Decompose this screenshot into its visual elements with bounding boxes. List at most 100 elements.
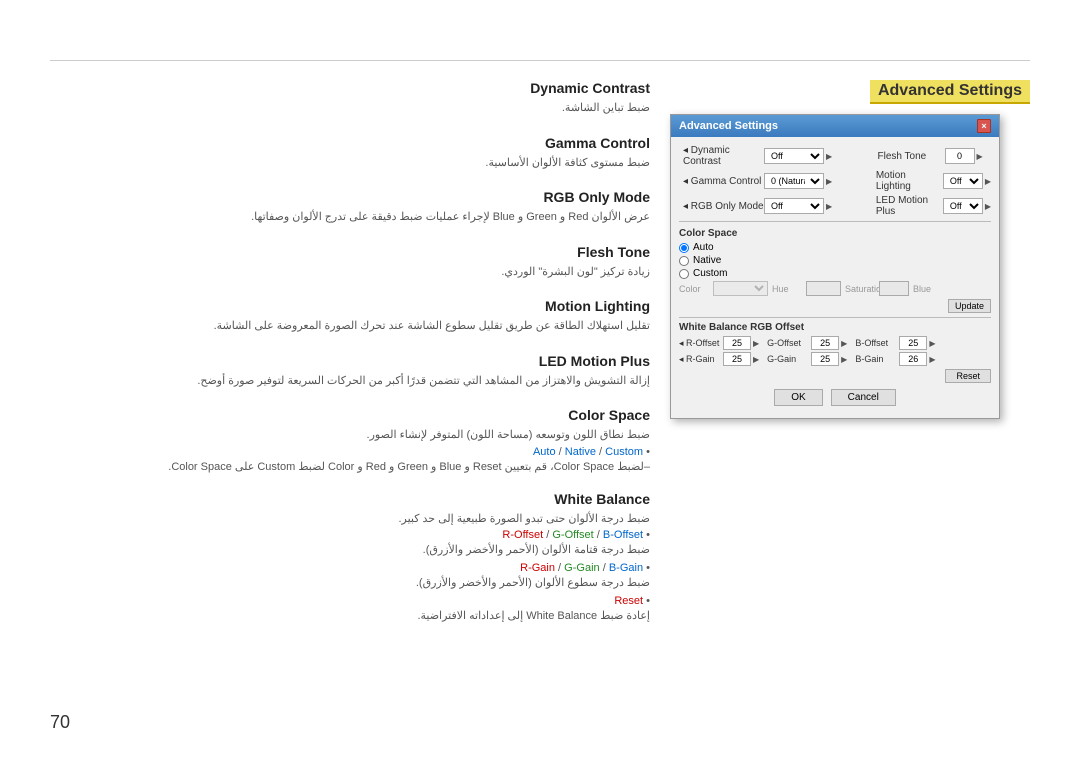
section-color-space: Color Space ضبط نطاق اللون وتوسعه (مساحة… <box>50 407 650 473</box>
b-offset-item: B-Offset ▶ <box>855 336 935 350</box>
white-balance-desc: ضبط درجة الألوان حتى تبدو الصورة طبيعية … <box>50 511 650 528</box>
motion-lighting-title: Motion Lighting <box>50 298 650 314</box>
reset-link: Reset <box>614 595 643 607</box>
r-gain-label: ◂ R-Gain <box>679 354 721 365</box>
custom-link: Custom <box>605 446 643 458</box>
flesh-tone-controls: Flesh Tone ▶ <box>878 148 992 164</box>
color-space-links: Auto / Native / Custom • <box>50 446 650 458</box>
wb-offset-desc: ضبط درجة قتامة الألوان (الأحمر والأخضر و… <box>50 543 650 556</box>
dialog-row-0: ◂ Dynamic Contrast Off ▶ Flesh Tone ▶ <box>679 145 991 167</box>
ok-button[interactable]: OK <box>774 389 822 406</box>
section-white-balance: White Balance ضبط درجة الألوان حتى تبدو … <box>50 491 650 623</box>
radio-auto-input[interactable] <box>679 243 689 253</box>
gc-select[interactable]: 0 (Natural) <box>764 173 824 189</box>
g-offset-label: G-Offset <box>767 338 809 348</box>
cs-update-button[interactable]: Update <box>948 299 991 313</box>
cs-sat-label: Saturation <box>845 284 875 294</box>
cs-hue-input <box>806 281 841 296</box>
r-gain-item: ◂ R-Gain ▶ <box>679 352 759 366</box>
advanced-settings-dialog: Advanced Settings × ◂ Dynamic Contrast O… <box>670 114 1000 419</box>
auto-link: Auto <box>533 446 556 458</box>
ml-arrow[interactable]: ▶ <box>985 177 991 186</box>
dialog-row-1: ◂ Gamma Control 0 (Natural) ▶ Motion Lig… <box>679 170 991 192</box>
dialog-body: ◂ Dynamic Contrast Off ▶ Flesh Tone ▶ <box>671 137 999 418</box>
lmp-arrow[interactable]: ▶ <box>985 202 991 211</box>
section-flesh-tone: Flesh Tone زيادة تركيز "لون البشرة" الور… <box>50 244 650 281</box>
wb-section-title: White Balance RGB Offset <box>679 322 991 333</box>
r-gain-input[interactable] <box>723 352 751 366</box>
section-motion-lighting: Motion Lighting تقليل استهلاك الطاقة عن … <box>50 298 650 335</box>
b-offset-label: B-Offset <box>855 338 897 348</box>
rgb-only-mode-title: RGB Only Mode <box>50 189 650 205</box>
cancel-button[interactable]: Cancel <box>831 389 896 406</box>
cs-custom-controls: Color Hue Saturation Blue <box>679 281 991 296</box>
white-balance-title: White Balance <box>50 491 650 507</box>
radio-native-input[interactable] <box>679 256 689 266</box>
dynamic-contrast-title: Dynamic Contrast <box>50 80 650 96</box>
b-gain-arrow[interactable]: ▶ <box>929 355 935 364</box>
rgb-select[interactable]: Off <box>764 198 824 214</box>
dc-select[interactable]: Off <box>764 148 824 164</box>
flesh-tone-title: Flesh Tone <box>50 244 650 260</box>
radio-auto-label: Auto <box>693 242 714 253</box>
r-offset-label: ◂ R-Offset <box>679 338 721 349</box>
advanced-settings-title: Advanced Settings <box>870 80 1030 104</box>
native-link: Native <box>565 446 596 458</box>
r-gain-arrow[interactable]: ▶ <box>753 355 759 364</box>
dialog-close-button[interactable]: × <box>977 119 991 133</box>
rgb-arrow[interactable]: ▶ <box>826 202 832 211</box>
section-gamma-control: Gamma Control ضبط مستوى كثافة الألوان ال… <box>50 135 650 172</box>
radio-custom-input[interactable] <box>679 269 689 279</box>
flesh-tone-value[interactable] <box>945 148 975 164</box>
wb-section: White Balance RGB Offset ◂ R-Offset ▶ G-… <box>679 322 991 383</box>
content-area: Dynamic Contrast ضبط تباين الشاشة. Gamma… <box>50 80 1030 703</box>
section-led-motion-plus: LED Motion Plus إزالة التشويش والاهتزاز … <box>50 353 650 390</box>
wb-reset-link-area: Reset • <box>50 595 650 607</box>
g-gain-input[interactable] <box>811 352 839 366</box>
g-gain-link: G-Gain <box>564 562 599 574</box>
cs-sat-input <box>879 281 909 296</box>
page-number: 70 <box>50 712 70 733</box>
gc-label: ◂ Gamma Control <box>679 176 764 187</box>
dc-controls: Off ▶ <box>764 148 878 164</box>
gc-controls: 0 (Natural) ▶ <box>764 173 876 189</box>
led-motion-plus-title: LED Motion Plus <box>50 353 650 369</box>
motion-lighting-select[interactable]: Off <box>943 173 983 189</box>
dialog-title-text: Advanced Settings <box>679 120 778 132</box>
dialog-row-2: ◂ RGB Only Mode Off ▶ LED Motion Plus Of… <box>679 195 991 217</box>
g-gain-arrow[interactable]: ▶ <box>841 355 847 364</box>
wb-offset-row: ◂ R-Offset ▶ G-Offset ▶ B-Offset <box>679 336 991 350</box>
b-gain-label: B-Gain <box>855 354 897 364</box>
radio-custom: Custom <box>679 268 991 279</box>
flesh-tone-desc: زيادة تركيز "لون البشرة" الوردي. <box>50 264 650 281</box>
motion-lighting-desc: تقليل استهلاك الطاقة عن طريق تقليل سطوع … <box>50 318 650 335</box>
separator-1 <box>679 221 991 222</box>
r-offset-arrow[interactable]: ▶ <box>753 339 759 348</box>
b-gain-link: B-Gain <box>609 562 643 574</box>
flesh-tone-arrow[interactable]: ▶ <box>977 152 983 161</box>
r-offset-item: ◂ R-Offset ▶ <box>679 336 759 350</box>
cs-blue-label: Blue <box>913 284 943 294</box>
g-gain-item: G-Gain ▶ <box>767 352 847 366</box>
b-offset-arrow[interactable]: ▶ <box>929 339 935 348</box>
g-offset-input[interactable] <box>811 336 839 350</box>
g-offset-arrow[interactable]: ▶ <box>841 339 847 348</box>
dc-arrow[interactable]: ▶ <box>826 152 832 161</box>
wb-reset-button[interactable]: Reset <box>945 369 991 383</box>
flesh-tone-label: Flesh Tone <box>878 151 943 162</box>
led-motion-controls: LED Motion Plus Off ▶ <box>876 195 991 217</box>
led-motion-select[interactable]: Off <box>943 198 983 214</box>
wb-offset-links: R-Offset / G-Offset / B-Offset • <box>50 529 650 541</box>
left-section: Dynamic Contrast ضبط تباين الشاشة. Gamma… <box>50 80 650 703</box>
r-offset-input[interactable] <box>723 336 751 350</box>
dialog-footer: OK Cancel <box>679 389 991 410</box>
wb-gain-links: R-Gain / G-Gain / B-Gain • <box>50 562 650 574</box>
radio-auto: Auto <box>679 242 991 253</box>
gc-arrow[interactable]: ▶ <box>826 177 832 186</box>
motion-lighting-controls: Motion Lighting Off ▶ <box>876 170 991 192</box>
g-offset-link: G-Offset <box>552 529 593 541</box>
b-offset-input[interactable] <box>899 336 927 350</box>
b-gain-input[interactable] <box>899 352 927 366</box>
radio-native-label: Native <box>693 255 721 266</box>
color-space-title: Color Space <box>50 407 650 423</box>
